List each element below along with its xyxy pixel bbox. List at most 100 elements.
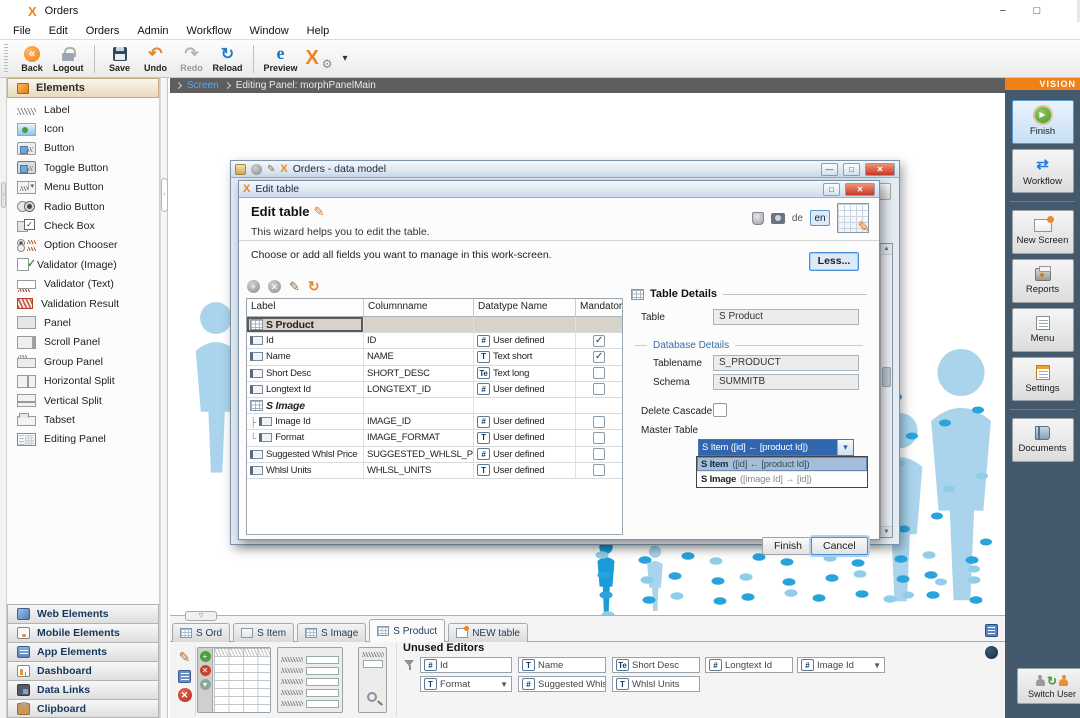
less-button[interactable]: Less... [809,252,859,271]
toolbar-drag-handle[interactable] [4,44,8,74]
menu-item-file[interactable]: File [4,25,40,37]
toolbar-dropdown-caret[interactable]: ▾ [343,53,348,64]
design-canvas[interactable]: ✎ X Orders - data model — □ ✕ w Pa RIRIC… [170,93,1005,615]
table-template-preview[interactable]: + ✕ ▾ [197,647,271,713]
tab-s-product[interactable]: S Product [369,619,445,642]
palette-item-label[interactable]: Label [7,100,159,119]
editor-chip-short-desc[interactable]: TeShort Desc [612,657,700,673]
palette-item-validator-image[interactable]: Validator (Image) [7,255,159,274]
palette-item-radio-button[interactable]: Radio Button [7,197,159,216]
mandatory-checkbox[interactable]: ✓ [593,351,605,363]
back-button[interactable]: « Back [14,42,50,76]
scrollbar-thumb[interactable] [882,367,891,387]
palette-header[interactable]: Elements [7,78,159,98]
schema-field[interactable]: SUMMITB [713,374,859,390]
list-scrollbar[interactable]: ▲ ▼ [880,244,892,537]
expand-arrow-icon[interactable]: › [1,182,6,208]
mandatory-checkbox[interactable] [593,416,605,428]
palette-item-validator-text[interactable]: Validator (Text) [7,275,159,294]
mandatory-checkbox[interactable] [593,367,605,379]
delete-tool-button[interactable]: ✕ [177,687,193,703]
palette-item-scroll-panel[interactable]: Scroll Panel [7,333,159,352]
vision-workflow-button[interactable]: ⇄Workflow [1012,149,1074,193]
redo-button[interactable]: ↷ Redo [174,42,210,76]
logout-button[interactable]: Logout [50,42,87,76]
save-button[interactable]: Save [102,42,138,76]
language-de[interactable]: de [792,213,803,224]
vision-finish-button[interactable]: ▶Finish [1012,100,1074,144]
table-row[interactable]: NameNAMETText short✓ [247,349,622,365]
mandatory-checkbox[interactable] [593,383,605,395]
switch-user-button[interactable]: ↻ Switch User [1017,668,1080,704]
col-header-columnname[interactable]: Columnname [364,299,474,316]
refresh-icon[interactable]: ↻ [308,278,320,295]
edit-table-dialog-titlebar[interactable]: X Edit table □ ✕ [239,181,879,198]
panel-collapse-button[interactable]: ▽ [185,611,217,621]
col-header-datatype[interactable]: Datatype Name [474,299,576,316]
menu-item-orders[interactable]: Orders [77,25,129,37]
scroll-up-icon[interactable]: ▲ [881,244,892,255]
add-row-icon[interactable]: + [247,280,260,293]
report-tool-button[interactable] [177,668,193,684]
palette-item-icon[interactable]: Icon [7,119,159,138]
dialog-close-button[interactable]: ✕ [845,183,875,196]
edit-tool-button[interactable]: ✎ [177,649,193,665]
palette-item-validation-result[interactable]: Validation Result [7,294,159,313]
palette-item-horizontal-split[interactable]: Horizontal Split [7,371,159,390]
section-data-links[interactable]: Data Links [7,680,159,699]
tab-s-image[interactable]: S Image [297,623,366,642]
editor-chip-name[interactable]: TName [518,657,606,673]
remove-row-icon[interactable]: ✕ [268,280,281,293]
data-model-dialog-titlebar[interactable]: ✎ X Orders - data model — □ ✕ [231,161,899,178]
palette-item-tabset[interactable]: Tabset [7,410,159,429]
side-panel-icon[interactable] [985,624,998,637]
finish-button[interactable]: Finish [762,537,814,555]
left-splitter[interactable]: › [0,78,7,718]
editor-chip-suggested-whlsl[interactable]: #Suggested Whlsl... [518,676,606,692]
tab-s-item[interactable]: S Item [233,623,294,642]
palette-item-toggle-button[interactable]: Toggle Button [7,158,159,177]
palette-item-check-box[interactable]: Check Box [7,216,159,235]
form-template-preview[interactable] [277,647,343,713]
palette-item-panel[interactable]: Panel [7,313,159,332]
menu-item-help[interactable]: Help [298,25,339,37]
combo-arrow-icon[interactable]: ▾ [837,440,853,455]
delete-cascade-checkbox[interactable] [713,403,727,417]
table-row[interactable]: Short DescSHORT_DESCTeText long [247,366,622,382]
mandatory-checkbox[interactable] [593,432,605,444]
cancel-button[interactable]: Cancel [811,537,868,555]
editor-chip-format[interactable]: TFormat▼ [420,676,512,692]
vision-new-screen-button[interactable]: New Screen [1012,210,1074,254]
menu-item-window[interactable]: Window [241,25,298,37]
editor-chip-image-id[interactable]: #Image Id▼ [797,657,885,673]
language-en-selected[interactable]: en [810,210,830,226]
vision-reports-button[interactable]: Reports [1012,259,1074,303]
table-row[interactable]: ├Image IdIMAGE_ID#User defined [247,414,622,430]
section-mobile-elements[interactable]: Mobile Elements [7,623,159,642]
master-table-combobox[interactable]: S Item ([id] ← [product Id]) ▾ [698,439,854,456]
dialog-maximize-button[interactable]: □ [843,163,860,176]
palette-item-option-chooser[interactable]: Option Chooser [7,236,159,255]
search-template-preview[interactable] [358,647,387,713]
dropdown-option-s-item[interactable]: S Item([id] ← [product Id]) [697,457,867,472]
menu-item-admin[interactable]: Admin [128,25,177,37]
tab-s-ord[interactable]: S Ord [172,623,230,642]
section-web-elements[interactable]: Web Elements [7,604,159,623]
reload-button[interactable]: ↻ Reload [210,42,246,76]
palette-splitter[interactable]: ‹ [160,78,168,718]
palette-item-menu-button[interactable]: Menu Button [7,178,159,197]
mandatory-checkbox[interactable] [593,464,605,476]
tab-new-table[interactable]: NEW table [448,623,528,642]
table-row[interactable]: └FormatIMAGE_FORMATTUser defined [247,430,622,446]
dialog-maximize-button[interactable]: □ [823,183,840,196]
circle-mini-icon[interactable] [251,164,262,175]
vision-settings-button[interactable]: Settings [1012,357,1074,401]
camera-icon[interactable] [771,213,785,224]
palette-item-button[interactable]: Button [7,139,159,158]
mandatory-checkbox[interactable] [593,448,605,460]
scroll-down-icon[interactable]: ▼ [881,526,892,537]
table-name-field[interactable]: S Product [713,309,859,325]
table-group-row[interactable]: S Image [247,398,622,414]
section-app-elements[interactable]: App Elements [7,642,159,661]
section-clipboard[interactable]: Clipboard [7,699,159,718]
